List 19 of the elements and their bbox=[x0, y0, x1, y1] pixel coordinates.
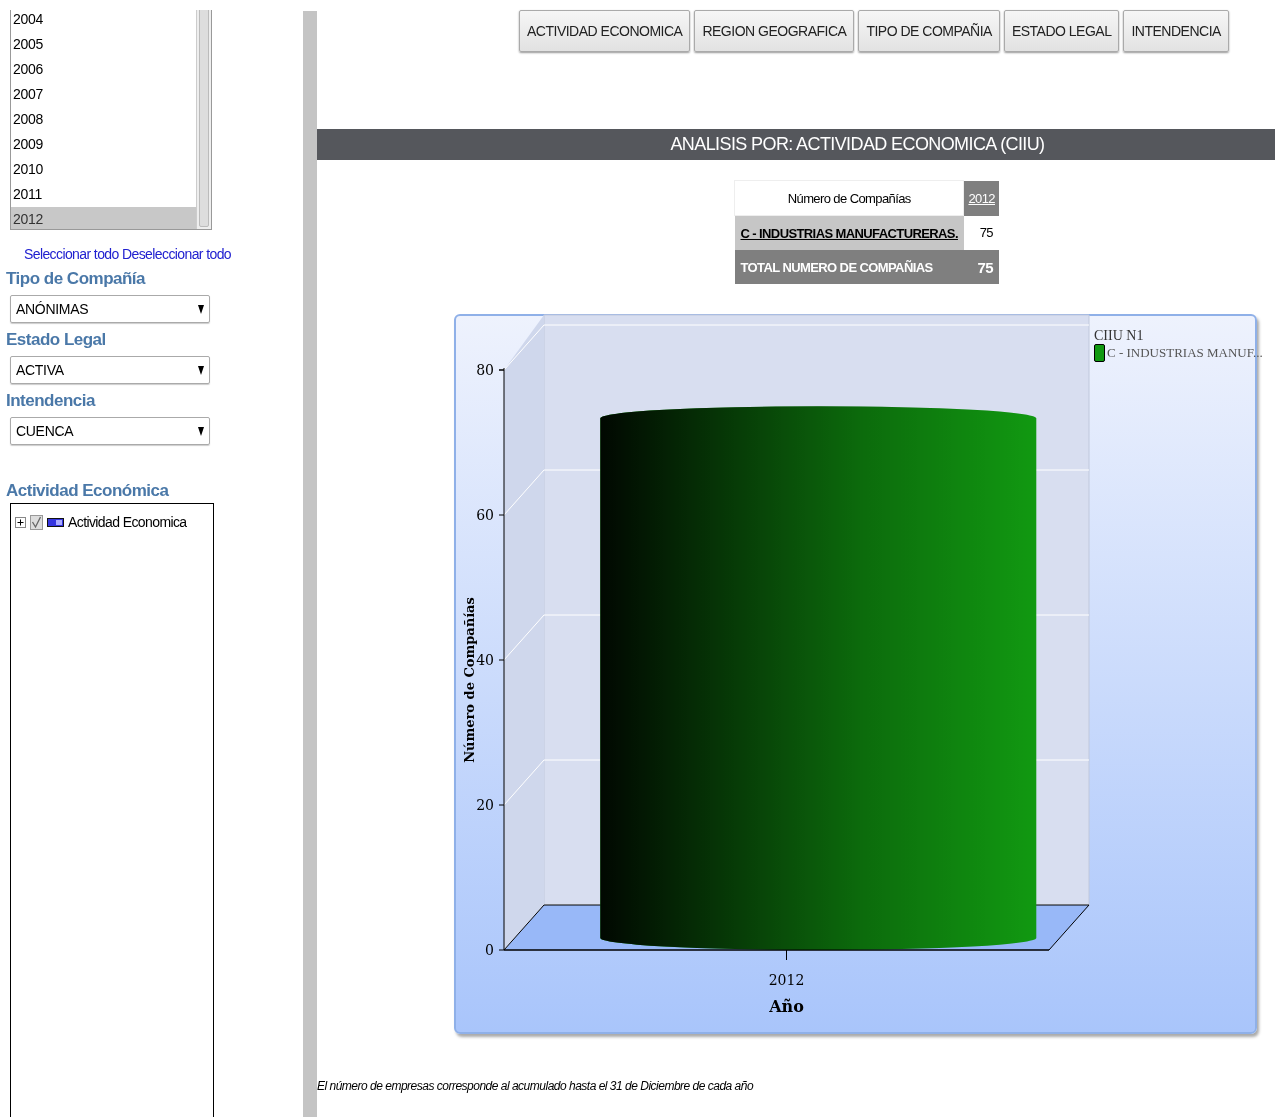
y-tick-label: 20 bbox=[476, 797, 494, 813]
y-tick-label: 80 bbox=[476, 362, 494, 378]
filter-label: Estado Legal bbox=[6, 330, 107, 351]
total-label: TOTAL NUMERO DE COMPAÑIAS bbox=[734, 250, 964, 284]
legend-label: C - INDUSTRIAS MANUF... bbox=[1107, 345, 1263, 361]
y-tick-label: 40 bbox=[476, 652, 494, 668]
y-tick-label: 60 bbox=[476, 507, 494, 523]
tree-title: Actividad Económica bbox=[6, 481, 170, 501]
table-header: Número de Compañías bbox=[734, 180, 964, 216]
filter-label: Intendencia bbox=[6, 391, 97, 412]
section-title-bar: ANALISIS POR: ACTIVIDAD ECONOMICA (CIIU) bbox=[317, 129, 1275, 160]
x-axis-title: Año bbox=[769, 997, 804, 1016]
total-value: 75 bbox=[963, 250, 999, 284]
y-tick-label: 0 bbox=[485, 942, 494, 958]
y-axis-title: Número de Compañías bbox=[462, 597, 477, 763]
x-tick-label: 2012 bbox=[768, 972, 805, 988]
footnote: El número de empresas corresponde al acumulado hasta el 31 de Diciembre de cada año bbox=[317, 1079, 755, 1093]
filter-label: Tipo de Compañía bbox=[6, 269, 147, 290]
legend-title: CIIU N1 bbox=[1094, 328, 1145, 344]
